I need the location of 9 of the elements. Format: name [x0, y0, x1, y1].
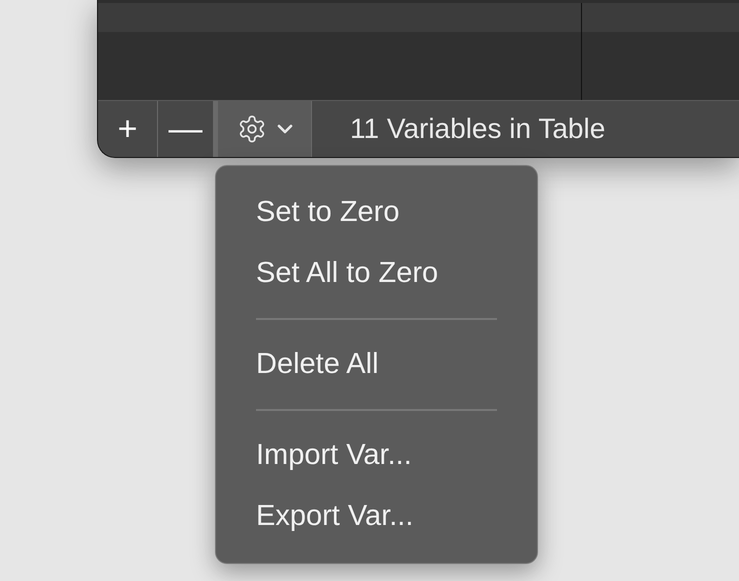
chevron-down-icon — [276, 124, 292, 134]
add-button[interactable]: + — [98, 101, 158, 157]
menu-item[interactable]: Import Var... — [216, 425, 537, 486]
menu-item[interactable]: Set to Zero — [216, 182, 537, 243]
action-menu-button[interactable] — [214, 101, 312, 157]
variable-count: 11 Variables in Table — [350, 112, 606, 146]
menu-item[interactable]: Set All to Zero — [216, 243, 537, 304]
menu-item[interactable]: Delete All — [216, 334, 537, 395]
menu-item[interactable]: Export Var... — [216, 486, 537, 547]
